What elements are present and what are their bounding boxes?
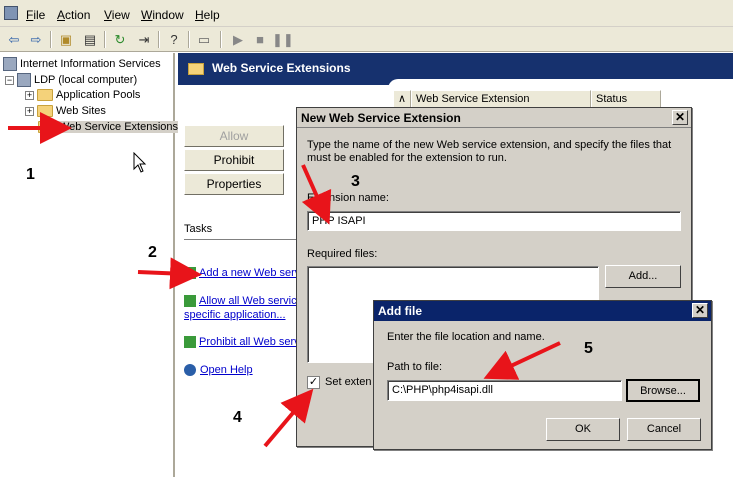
arrow-3 [301, 164, 332, 225]
arrow-4 [263, 388, 314, 448]
arrow-5 [483, 341, 561, 380]
arrow-2 [137, 257, 202, 290]
annotation-arrows [8, 112, 561, 448]
